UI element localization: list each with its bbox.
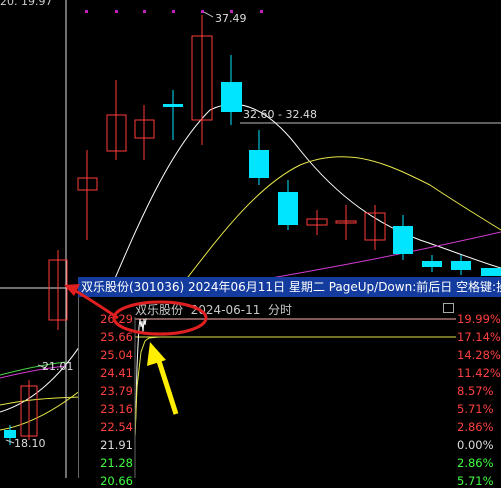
price-tick: 24.41 [100,366,133,380]
high-price-label: 37.49 [215,12,247,25]
grid-dot [172,10,175,13]
grid-dot [115,10,118,13]
mid-price-label: 21.01 [42,360,74,373]
price-tick: 22.54 [100,420,133,434]
price-tick: 23.16 [100,402,133,416]
percent-tick: 2.86% [457,420,494,434]
percent-tick: 0.00% [457,438,494,452]
candle-down [163,104,183,107]
price-tick: 25.66 [100,330,133,344]
percent-tick: 19.99% [457,312,501,326]
top-price-label: 20. 19.97 [0,0,53,8]
ma-line-yellow-left [0,396,81,406]
candle-down [221,82,242,112]
minute-chart-panel[interactable]: 双乐股份 2024-06-11 分时 26.29 25.66 25.04 24.… [78,297,501,488]
candle-down [451,261,471,270]
candle-down [422,261,442,267]
percent-tick: 2.86% [457,456,494,470]
percent-tick: 17.14% [457,330,501,344]
candle-down [249,150,269,178]
candle-down [278,192,298,225]
price-range-label: 32.60 - 32.48 [243,108,317,121]
price-tick: 20.66 [100,474,133,488]
grid-dot [143,10,146,13]
grid-dot [85,10,88,13]
price-tick: 23.79 [100,384,133,398]
high-marker [203,11,214,18]
price-tick: 25.04 [100,348,133,362]
minute-chart-plot [134,317,456,478]
percent-tick: 14.28% [457,348,501,362]
percent-tick: 5.71% [457,402,494,416]
popup-title-bar[interactable]: 双乐股份(301036) 2024年06月11日 星期二 PageUp/Down… [78,277,501,297]
percent-tick: 8.57% [457,384,494,398]
candle-down [393,226,413,254]
percent-tick: 5.71% [457,474,494,488]
low-price-label: 18.10 [14,437,46,450]
percent-tick: 11.42% [457,366,501,380]
grid-dot [201,10,204,13]
price-tick: 26.29 [100,312,133,326]
price-tick: 21.28 [100,456,133,470]
candle-down [481,268,501,276]
grid-dot [260,10,263,13]
minute-avg-curve [134,336,160,438]
price-tick: 21.91 [100,438,133,452]
